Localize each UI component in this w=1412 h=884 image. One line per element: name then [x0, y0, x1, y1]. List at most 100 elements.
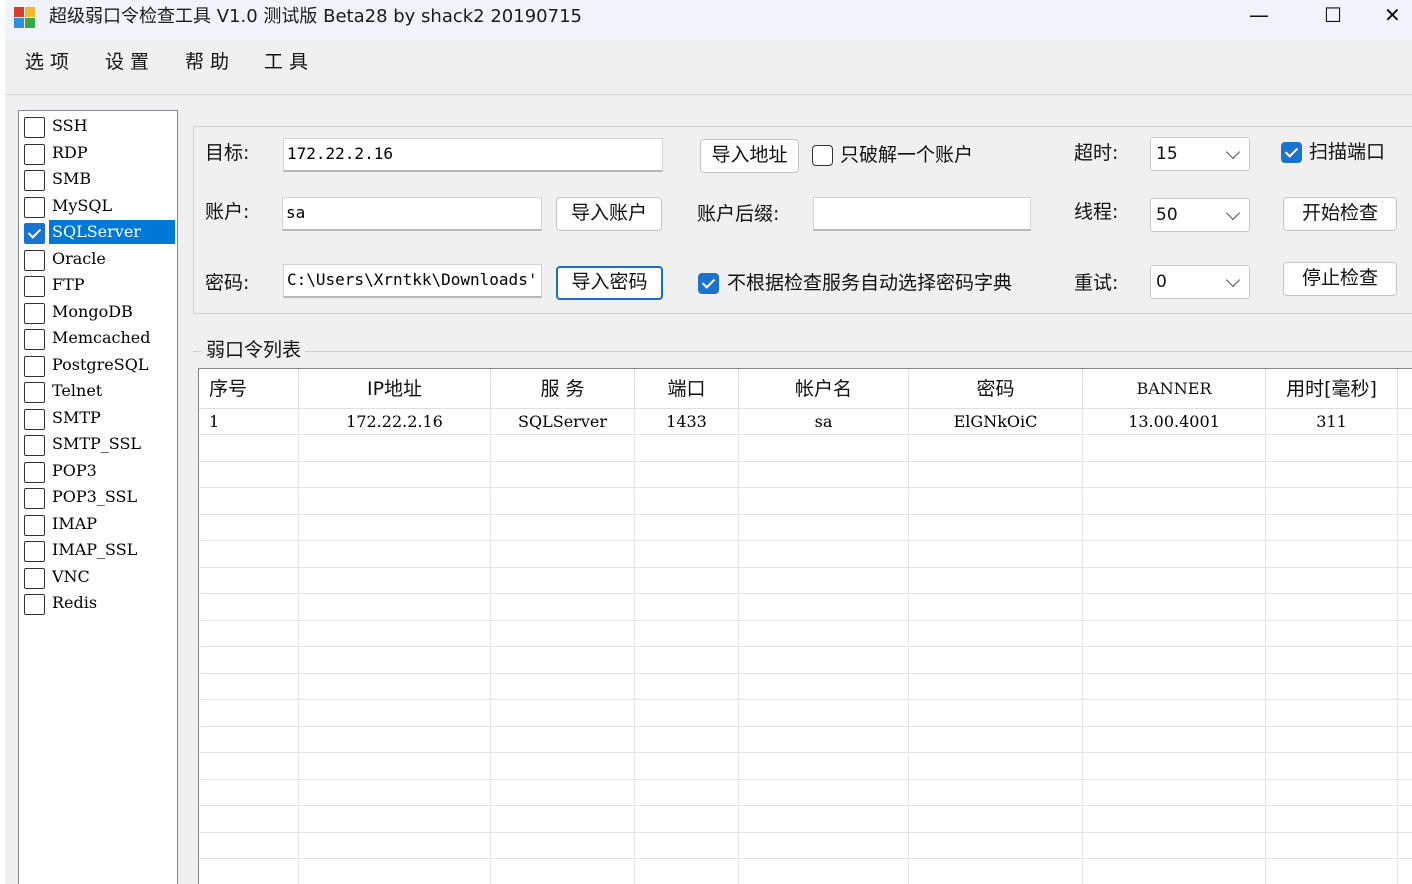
service-item-imap-ssl[interactable]: IMAP_SSL [23, 538, 175, 562]
service-checkbox[interactable] [24, 488, 45, 509]
table-cell[interactable]: 1433 [635, 409, 739, 435]
service-checkbox[interactable] [24, 143, 45, 165]
service-item-postgresql[interactable]: PostgreSQL [23, 353, 175, 377]
empty-cell [635, 780, 739, 806]
service-item-telnet[interactable]: Telnet [23, 379, 175, 403]
import-account-button[interactable]: 导入账户 [556, 197, 662, 231]
service-item-redis[interactable]: Redis [23, 591, 175, 615]
empty-cell [739, 488, 909, 515]
retry-combo[interactable]: 0 [1150, 265, 1250, 299]
empty-cell [909, 515, 1083, 541]
empty-cell [299, 541, 491, 568]
chevron-down-icon [1225, 272, 1241, 288]
service-checkbox[interactable] [24, 382, 45, 403]
account-input[interactable]: sa [282, 197, 542, 231]
service-checkbox[interactable] [24, 355, 45, 377]
service-checkbox[interactable] [24, 223, 45, 244]
account-suffix-input[interactable] [813, 197, 1031, 231]
scan-port-checkbox[interactable] [1281, 142, 1302, 163]
service-item-sqlserver[interactable]: SQLServer [23, 220, 175, 244]
table-cell[interactable]: 1 [199, 409, 299, 435]
service-item-smb[interactable]: SMB [23, 167, 175, 191]
table-cell[interactable]: SQLServer [491, 409, 635, 435]
column-header-col-ip[interactable]: IP地址 [299, 369, 491, 409]
column-header-col-account[interactable]: 帐户名 [739, 369, 909, 409]
empty-cell [635, 488, 739, 515]
empty-cell [909, 674, 1083, 700]
menu-help[interactable]: 帮助 [185, 49, 235, 75]
service-checkbox[interactable] [24, 514, 45, 536]
timeout-combo[interactable]: 15 [1150, 137, 1250, 171]
service-item-smtp[interactable]: SMTP [23, 406, 175, 430]
service-checkbox[interactable] [24, 117, 45, 138]
empty-cell [1266, 435, 1398, 462]
service-checklist[interactable]: SSH RDP SMB MySQL SQLServer Oracle FTP MongoDB M… [18, 110, 178, 884]
service-item-pop3[interactable]: POP3 [23, 459, 175, 483]
service-item-mongodb[interactable]: MongoDB [23, 300, 175, 324]
import-address-button[interactable]: 导入地址 [700, 139, 799, 173]
menu-tools[interactable]: 工具 [264, 49, 314, 75]
service-checkbox[interactable] [24, 408, 45, 430]
empty-cell [909, 806, 1083, 833]
empty-cell [909, 568, 1083, 594]
results-grid[interactable]: 序号 IP地址服 务端口 帐户名 密码 BANNER 用时[毫秒] 1 172.22.2.16… [198, 368, 1412, 884]
password-dict-input[interactable]: C:\Users\Xrntkk\Downloads' [283, 264, 542, 298]
service-item-mysql[interactable]: MySQL [23, 194, 175, 218]
empty-cell [1398, 860, 1412, 884]
service-checkbox[interactable] [24, 435, 45, 456]
stop-check-button[interactable]: 停止检查 [1283, 262, 1397, 296]
service-checkbox[interactable] [24, 329, 45, 350]
service-item-memcached[interactable]: Memcached [23, 326, 175, 350]
service-item-vnc[interactable]: VNC [23, 565, 175, 589]
column-header-col-service[interactable]: 服 务 [491, 369, 635, 409]
column-header-col-index[interactable]: 序号 [199, 369, 299, 409]
table-cell[interactable]: ElGNkOiC [909, 409, 1083, 435]
service-item-smtp-ssl[interactable]: SMTP_SSL [23, 432, 175, 456]
table-cell[interactable]: 311 [1266, 409, 1398, 435]
empty-cell [199, 780, 299, 806]
service-item-rdp[interactable]: RDP [23, 141, 175, 165]
service-checkbox[interactable] [24, 541, 45, 562]
service-checkbox[interactable] [24, 594, 45, 615]
empty-cell [1266, 780, 1398, 806]
service-item-ssh[interactable]: SSH [23, 114, 175, 138]
target-input[interactable]: 172.22.2.16 [283, 138, 663, 172]
results-group-border [193, 351, 1412, 352]
empty-cell [635, 594, 739, 621]
service-checkbox[interactable] [24, 302, 45, 324]
table-cell[interactable]: 172.22.2.16 [299, 409, 491, 435]
empty-cell [739, 859, 909, 884]
service-checkbox[interactable] [24, 461, 45, 483]
menu-options[interactable]: 选项 [25, 49, 75, 75]
empty-cell [299, 833, 491, 859]
service-checkbox[interactable] [24, 276, 45, 297]
close-button[interactable]: ✕ [1384, 0, 1412, 32]
table-cell[interactable]: sa [739, 409, 909, 435]
column-header-col-banner[interactable]: BANNER [1083, 369, 1266, 409]
column-header-col-port[interactable]: 端口 [635, 369, 739, 409]
service-item-imap[interactable]: IMAP [23, 512, 175, 536]
import-password-button[interactable]: 导入密码 [556, 266, 663, 300]
maximize-button[interactable]: ☐ [1310, 0, 1356, 32]
threads-combo[interactable]: 50 [1150, 198, 1250, 232]
service-item-oracle[interactable]: Oracle [23, 247, 175, 271]
no-auto-dict-checkbox[interactable] [698, 273, 719, 294]
service-checkbox[interactable] [24, 567, 45, 589]
service-item-pop3-ssl[interactable]: POP3_SSL [23, 485, 175, 509]
empty-cell [491, 780, 635, 806]
empty-cell [635, 674, 739, 700]
empty-cell [1083, 700, 1266, 727]
service-item-ftp[interactable]: FTP [23, 273, 175, 297]
menu-settings[interactable]: 设置 [105, 49, 155, 75]
column-header-col-elapsed[interactable]: 用时[毫秒] [1266, 369, 1398, 409]
service-checkbox[interactable] [24, 249, 45, 271]
column-header-col-password[interactable]: 密码 [909, 369, 1083, 409]
start-check-button[interactable]: 开始检查 [1283, 197, 1397, 231]
service-checkbox[interactable] [24, 170, 45, 191]
table-cell[interactable]: 13.00.4001 [1083, 409, 1266, 435]
chevron-down-icon [1225, 205, 1241, 221]
service-checkbox[interactable] [24, 196, 45, 218]
account-suffix-label: 账户后缀: [697, 203, 780, 225]
only-one-account-checkbox[interactable] [812, 145, 833, 166]
minimize-button[interactable]: — [1236, 0, 1282, 32]
